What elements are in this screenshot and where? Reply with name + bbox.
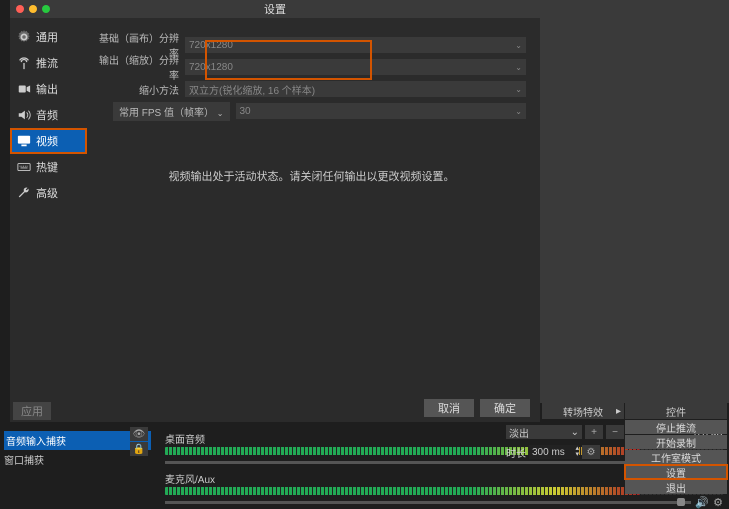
sidebar-item-label: 音频 [36, 107, 58, 123]
chevron-down-icon: ⌄ [515, 63, 522, 72]
ok-button[interactable]: 确定 [480, 399, 530, 417]
remove-transition-button[interactable]: − [606, 425, 624, 439]
sidebar-item-label: 高级 [36, 185, 58, 201]
volume-slider[interactable] [165, 461, 691, 464]
chevron-down-icon: ⌄ [571, 427, 579, 438]
chevron-down-icon: ⌄ [515, 85, 522, 94]
chevron-down-icon: ⌄ [217, 109, 224, 118]
monitor-icon [16, 133, 32, 149]
base-resolution-select[interactable]: 720x1280⌄ [185, 37, 526, 53]
sidebar-item-label: 视频 [36, 133, 58, 149]
background-panel [540, 0, 729, 403]
output-resolution-select[interactable]: 720x1280⌄ [185, 59, 526, 75]
keyboard-icon [16, 159, 32, 175]
source-lock-toggle[interactable]: 🔒 [130, 442, 148, 456]
settings-content: 基础（画布）分辨率 720x1280⌄ 输出（缩放）分辨率 720x1280⌄ … [87, 18, 540, 394]
downscale-filter-label: 缩小方法 [97, 82, 185, 97]
start-recording-button[interactable]: 开始录制 [625, 435, 727, 449]
cancel-button[interactable]: 取消 [424, 399, 474, 417]
settings-dialog: 设置 通用 推流 输出 音频 视频 [10, 0, 540, 422]
volume-slider[interactable] [165, 501, 691, 504]
expand-icon[interactable]: ▸ [616, 406, 621, 417]
fps-type-select[interactable]: 常用 FPS 值（帧率） ⌄ [113, 102, 230, 121]
sidebar-item-label: 热键 [36, 159, 58, 175]
settings-sidebar: 通用 推流 输出 音频 视频 热键 [10, 18, 87, 394]
source-visibility-toggle[interactable]: 👁 [130, 427, 148, 441]
exit-button[interactable]: 退出 [625, 480, 727, 494]
sidebar-item-audio[interactable]: 音频 [10, 102, 87, 128]
sidebar-item-label: 通用 [36, 29, 58, 45]
apply-button[interactable]: 应用 [13, 402, 51, 420]
downscale-filter-select[interactable]: 双立方(锐化缩放, 16 个样本)⌄ [185, 81, 526, 97]
antenna-icon [16, 55, 32, 71]
stop-streaming-button[interactable]: 停止推流 [625, 420, 727, 434]
mixer-track-name: 麦克风/Aux [165, 471, 215, 486]
fps-value-select[interactable]: 30⌄ [236, 103, 527, 119]
sidebar-item-label: 输出 [36, 81, 58, 97]
stepper-icon[interactable]: ▴▾ [575, 446, 579, 458]
dialog-footer: 取消 确定 [10, 394, 540, 422]
titlebar: 设置 [10, 0, 540, 18]
add-transition-button[interactable]: + [585, 425, 603, 439]
controls-header: 控件 [625, 403, 727, 419]
settings-button[interactable]: 设置 [625, 465, 727, 479]
output-resolution-label: 输出（缩放）分辨率 [97, 52, 185, 82]
sidebar-item-stream[interactable]: 推流 [10, 50, 87, 76]
duration-label: 时长 [506, 445, 526, 460]
gear-icon[interactable]: ⚙ [713, 496, 723, 509]
chevron-down-icon: ⌄ [515, 41, 522, 50]
source-item[interactable]: 窗口捕获 [4, 450, 151, 469]
duration-input[interactable]: 300 ms▴▾ [529, 445, 579, 459]
source-item[interactable]: 音频输入捕获 [4, 431, 151, 450]
speaker-icon[interactable]: 🔊 [695, 496, 709, 509]
studio-mode-button[interactable]: 工作室模式 [625, 450, 727, 464]
sidebar-item-output[interactable]: 输出 [10, 76, 87, 102]
transitions-header: 转场特效▸ [542, 403, 624, 419]
chevron-down-icon: ⌄ [515, 107, 522, 116]
mixer-track-name: 桌面音频 [165, 431, 205, 446]
video-output-warning: 视频输出处于活动状态。请关闭任何输出以更改视频设置。 [97, 168, 526, 184]
sidebar-item-advanced[interactable]: 高级 [10, 180, 87, 206]
sidebar-item-label: 推流 [36, 55, 58, 71]
speaker-icon [16, 107, 32, 123]
sidebar-item-hotkeys[interactable]: 热键 [10, 154, 87, 180]
transition-select[interactable]: 淡出⌄ [506, 425, 582, 439]
sidebar-item-general[interactable]: 通用 [10, 24, 87, 50]
transition-settings-button[interactable]: ⚙ [582, 445, 600, 459]
output-icon [16, 81, 32, 97]
sidebar-item-video[interactable]: 视频 [10, 128, 87, 154]
controls-panel: 停止推流 开始录制 工作室模式 设置 退出 [625, 419, 727, 494]
wrench-icon [16, 185, 32, 201]
transitions-panel: 淡出⌄ + − 时长 300 ms▴▾ ⚙ [506, 421, 624, 461]
gear-icon [16, 29, 32, 45]
dialog-title: 设置 [10, 1, 540, 17]
